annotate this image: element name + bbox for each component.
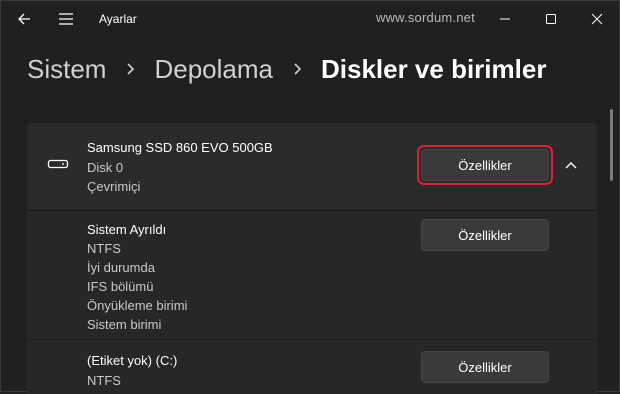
volume-boot-flag: Önyükleme birimi xyxy=(87,298,188,313)
close-icon[interactable] xyxy=(577,5,617,33)
volume-filesystem: NTFS xyxy=(87,373,121,388)
watermark-text: www.sordum.net xyxy=(376,10,475,25)
disk-properties-button[interactable]: Özellikler xyxy=(421,149,549,181)
disk-name: Samsung SSD 860 EVO 500GB xyxy=(87,140,273,155)
breadcrumb-depolama[interactable]: Depolama xyxy=(154,54,273,85)
breadcrumb-current: Diskler ve birimler xyxy=(320,53,547,84)
disk-card[interactable]: Samsung SSD 860 EVO 500GB Disk 0 Çevrimi… xyxy=(27,123,597,209)
disk-status: Çevrimiçi xyxy=(87,179,141,194)
drive-icon xyxy=(47,157,69,171)
title-bar: Ayarlar www.sordum.net xyxy=(1,1,619,37)
settings-window: Ayarlar www.sordum.net Sistem Depolama D… xyxy=(0,0,620,394)
volume-properties-button[interactable]: Özellikler xyxy=(421,219,549,251)
volume-system-flag: Sistem birimi xyxy=(87,317,162,332)
back-arrow-icon[interactable] xyxy=(13,9,37,29)
volume-row: Sistem Ayrıldı NTFS İyi durumda IFS bölü… xyxy=(27,210,597,339)
hamburger-menu-icon[interactable] xyxy=(55,9,77,29)
volume-partition-type: IFS bölümü xyxy=(87,279,154,294)
volume-label: Sistem Ayrıldı xyxy=(87,222,167,237)
chevron-up-icon[interactable] xyxy=(563,158,579,172)
volume-filesystem: NTFS xyxy=(87,241,121,256)
vertical-scrollbar[interactable] xyxy=(610,109,613,181)
volume-label: (Etiket yok) (C:) xyxy=(87,353,178,368)
breadcrumb-sistem[interactable]: Sistem xyxy=(27,54,106,85)
chevron-right-icon xyxy=(127,63,135,75)
volume-properties-button[interactable]: Özellikler xyxy=(421,351,549,383)
breadcrumb: Sistem Depolama Diskler ve birimler xyxy=(27,51,546,87)
disk-number: Disk 0 xyxy=(87,160,124,175)
volume-health: İyi durumda xyxy=(87,260,155,275)
chevron-right-icon xyxy=(294,63,302,75)
volume-row: (Etiket yok) (C:) NTFS Özellikler xyxy=(27,339,597,394)
minimize-icon[interactable] xyxy=(485,5,525,33)
app-title: Ayarlar xyxy=(99,12,137,26)
maximize-icon[interactable] xyxy=(531,5,571,33)
